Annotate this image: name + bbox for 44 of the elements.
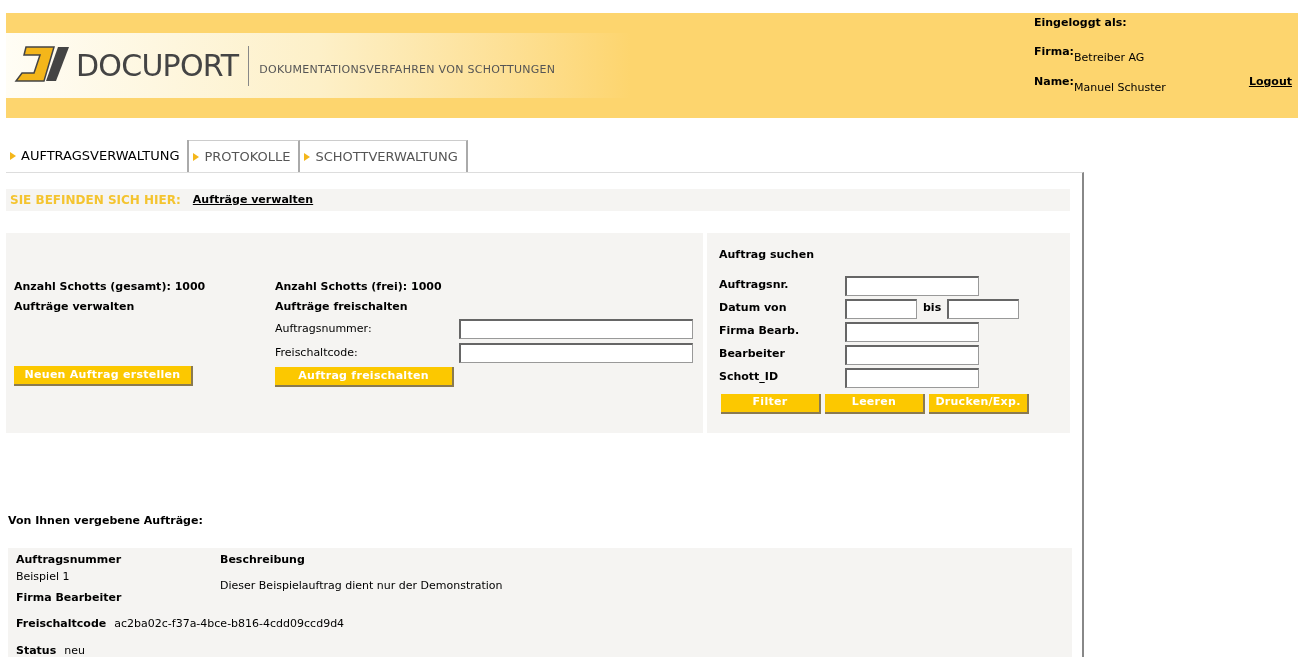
column-header: Beschreibung: [220, 551, 306, 568]
field-label: Schott_ID: [719, 369, 780, 386]
field-label: Bearbeiter: [719, 346, 786, 363]
table-cell-text: ac2ba02c-f37a-4bce-b816-4cdd09ccd9d4: [114, 616, 345, 632]
table-cell-text: Dieser Beispielauftrag dient nur der Demonstration: [220, 578, 503, 594]
table-cell: neu: [64, 642, 85, 657]
total-count: Anzahl Schotts (gesamt): 1000: [14, 279, 207, 295]
tagline: DOKUMENTATIONSVERFAHREN VON SCHOTTUNGEN: [259, 62, 556, 79]
orders-title: Von Ihnen vergebene Aufträge:: [8, 513, 204, 529]
breadcrumb-link[interactable]: Aufträge verwalten: [192, 191, 314, 209]
section-title: Aufträge freischalten: [275, 298, 409, 315]
column-header: Auftragsnummer: [16, 551, 123, 568]
input-field[interactable]: [845, 298, 917, 319]
breadcrumb-label: SIE BEFINDEN SICH HIER:: [10, 192, 181, 209]
field-label: Status: [16, 642, 57, 657]
name-label: Name:: [1034, 74, 1074, 90]
input-field[interactable]: [845, 321, 979, 342]
range-separator: bis: [923, 300, 942, 317]
column-header: Firma Bearbeiter: [16, 589, 123, 606]
input-field[interactable]: [459, 343, 693, 363]
tab[interactable]: PROTOKOLLE: [189, 140, 301, 172]
field-label: Datum von: [719, 300, 788, 317]
company-label: Firma:: [1034, 43, 1074, 60]
section-title: Aufträge verwalten: [14, 298, 136, 315]
free-count: Anzahl Schotts (frei): 1000: [275, 279, 443, 295]
table-cell-text: Beispiel 1: [16, 569, 71, 585]
field-label: Auftragsnr.: [719, 277, 790, 294]
input-field[interactable]: [459, 319, 693, 339]
input-field[interactable]: [845, 344, 979, 365]
field-label: Auftragsnummer:: [275, 320, 373, 337]
tab[interactable]: SCHOTTVERWALTUNG: [300, 140, 468, 172]
user-name: Manuel Schuster: [1073, 80, 1166, 96]
field-label: Freischaltcode:: [275, 344, 359, 361]
company-name: Betreiber AG: [1074, 49, 1145, 66]
input-field[interactable]: [947, 298, 1020, 319]
search-title: Auftrag suchen: [719, 247, 815, 263]
field-label: Freischaltcode: [16, 616, 107, 632]
logout-link[interactable]: Logout: [1248, 74, 1292, 91]
input-field[interactable]: [845, 367, 979, 388]
login-title: Eingeloggt als:: [1034, 15, 1128, 31]
field-label: Firma Bearb.: [719, 323, 801, 340]
logo-text: DOCUPORT: [76, 47, 239, 85]
input-field[interactable]: [845, 275, 979, 296]
triangle-icon: [9, 151, 18, 161]
